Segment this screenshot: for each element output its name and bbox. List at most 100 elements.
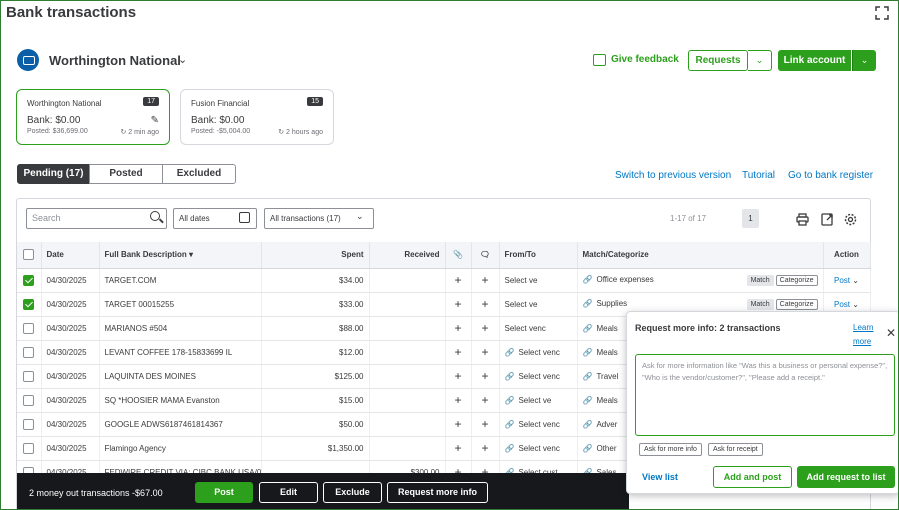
- add-and-post-button[interactable]: Add and post: [713, 466, 792, 488]
- tag-icon: 🔗: [582, 395, 593, 405]
- feedback-icon[interactable]: [593, 54, 606, 66]
- tutorial-link[interactable]: Tutorial: [742, 170, 775, 181]
- add-memo-icon[interactable]: +: [471, 412, 500, 437]
- add-memo-icon[interactable]: +: [471, 388, 500, 413]
- category-value[interactable]: Supplies: [596, 299, 627, 308]
- bulk-exclude-button[interactable]: Exclude: [323, 482, 382, 503]
- row-checkbox[interactable]: [23, 346, 35, 358]
- category-value[interactable]: Other: [596, 444, 616, 453]
- add-attachment-icon[interactable]: +: [445, 292, 472, 317]
- post-link[interactable]: Post: [834, 300, 850, 309]
- column-spent[interactable]: Spent: [261, 242, 370, 269]
- payee-select[interactable]: Select ve: [518, 396, 551, 405]
- calendar-icon: [239, 212, 250, 223]
- post-link[interactable]: Post: [834, 276, 850, 285]
- payee-select[interactable]: Select venc: [518, 420, 559, 429]
- add-memo-icon[interactable]: +: [471, 316, 500, 341]
- add-memo-icon[interactable]: +: [471, 268, 500, 293]
- chevron-down-icon[interactable]: ⌄: [852, 276, 859, 285]
- row-checkbox[interactable]: [23, 442, 35, 454]
- payee-select[interactable]: Select venc: [505, 324, 546, 333]
- chevron-down-icon[interactable]: ⌄: [178, 53, 187, 66]
- add-attachment-icon[interactable]: +: [445, 316, 472, 341]
- account-card-fusion[interactable]: Fusion Financial 15 Bank: $0.00 Posted: …: [180, 89, 334, 145]
- close-icon[interactable]: ✕: [886, 326, 896, 340]
- request-more-info-button[interactable]: Request more info: [387, 482, 488, 503]
- row-spent: $125.00: [261, 364, 370, 389]
- learn-more-link[interactable]: Learn more: [853, 321, 881, 349]
- ask-receipt-chip[interactable]: Ask for receipt: [708, 443, 763, 456]
- row-spent: $15.00: [261, 388, 370, 413]
- row-checkbox[interactable]: [23, 394, 35, 406]
- expand-icon[interactable]: [875, 6, 889, 20]
- row-date: 04/30/2025: [41, 340, 100, 365]
- add-memo-icon[interactable]: +: [471, 340, 500, 365]
- give-feedback-link[interactable]: Give feedback: [611, 54, 679, 65]
- add-memo-icon[interactable]: +: [471, 436, 500, 461]
- payee-select[interactable]: Select venc: [518, 372, 559, 381]
- row-date: 04/30/2025: [41, 268, 100, 293]
- category-value[interactable]: Adver: [596, 420, 617, 429]
- search-input[interactable]: Search: [26, 208, 167, 229]
- row-checkbox[interactable]: [23, 274, 35, 286]
- add-memo-icon[interactable]: +: [471, 364, 500, 389]
- account-posted-balance: Posted: $36,699.00: [27, 128, 88, 135]
- tab-pending[interactable]: Pending (17): [17, 164, 90, 184]
- row-date: 04/30/2025: [41, 364, 100, 389]
- column-received[interactable]: Received: [369, 242, 446, 269]
- add-attachment-icon[interactable]: +: [445, 268, 472, 293]
- add-attachment-icon[interactable]: +: [445, 364, 472, 389]
- account-card-worthington[interactable]: Worthington National 17 Bank: $0.00 ✎ Po…: [16, 89, 170, 145]
- bulk-post-button[interactable]: Post: [195, 482, 253, 503]
- export-icon[interactable]: [821, 213, 834, 226]
- last-updated-text: 2 min ago: [128, 129, 159, 136]
- payee-select[interactable]: Select ve: [505, 276, 538, 285]
- category-value[interactable]: Meals: [596, 396, 617, 405]
- payee-select[interactable]: Select ve: [505, 300, 538, 309]
- add-attachment-icon[interactable]: +: [445, 412, 472, 437]
- bank-register-link[interactable]: Go to bank register: [788, 170, 873, 181]
- row-date: 04/30/2025: [41, 388, 100, 413]
- print-icon[interactable]: [796, 213, 809, 226]
- select-all-checkbox[interactable]: [23, 249, 35, 261]
- row-checkbox[interactable]: [23, 322, 35, 334]
- column-date[interactable]: Date: [41, 242, 100, 269]
- bank-account-name[interactable]: Worthington National: [49, 53, 181, 68]
- match-button[interactable]: Match: [746, 298, 774, 310]
- category-value[interactable]: Office expenses: [596, 275, 653, 284]
- column-description[interactable]: Full Bank Description ▾: [99, 242, 262, 269]
- row-checkbox[interactable]: [23, 370, 35, 382]
- switch-version-link[interactable]: Switch to previous version: [615, 170, 731, 181]
- categorize-button[interactable]: Categorize: [775, 298, 818, 310]
- add-request-to-list-button[interactable]: Add request to list: [797, 466, 895, 488]
- page-number[interactable]: 1: [742, 209, 759, 228]
- payee-select[interactable]: Select venc: [518, 444, 559, 453]
- row-checkbox[interactable]: [23, 418, 35, 430]
- row-spent: $34.00: [261, 268, 370, 293]
- add-attachment-icon[interactable]: +: [445, 388, 472, 413]
- row-checkbox[interactable]: [23, 298, 35, 310]
- link-account-dropdown-chevron-icon[interactable]: ⌄: [852, 50, 876, 71]
- view-list-link[interactable]: View list: [642, 472, 678, 482]
- chevron-down-icon[interactable]: ⌄: [852, 300, 859, 309]
- request-message-textarea[interactable]: Ask for more information like "Was this …: [635, 354, 895, 436]
- pencil-icon[interactable]: ✎: [151, 115, 159, 126]
- add-attachment-icon[interactable]: +: [445, 340, 472, 365]
- match-button[interactable]: Match: [746, 274, 774, 286]
- ask-more-info-chip[interactable]: Ask for more info: [639, 443, 702, 456]
- link-account-button[interactable]: Link account: [778, 50, 851, 71]
- requests-button[interactable]: Requests: [688, 50, 748, 71]
- table-row[interactable]: 04/30/2025 TARGET.COM $34.00 + + Select ve 🔗 Of…: [17, 268, 871, 293]
- add-attachment-icon[interactable]: +: [445, 436, 472, 461]
- category-value[interactable]: Meals: [596, 324, 617, 333]
- tab-excluded[interactable]: Excluded: [162, 164, 236, 184]
- payee-select[interactable]: Select venc: [518, 348, 559, 357]
- requests-dropdown-chevron-icon[interactable]: ⌄: [748, 50, 772, 71]
- gear-icon[interactable]: [844, 213, 857, 226]
- category-value[interactable]: Travel: [596, 372, 618, 381]
- category-value[interactable]: Meals: [596, 348, 617, 357]
- categorize-button[interactable]: Categorize: [775, 274, 818, 286]
- bulk-edit-button[interactable]: Edit: [259, 482, 318, 503]
- tab-posted[interactable]: Posted: [89, 164, 163, 184]
- add-memo-icon[interactable]: +: [471, 292, 500, 317]
